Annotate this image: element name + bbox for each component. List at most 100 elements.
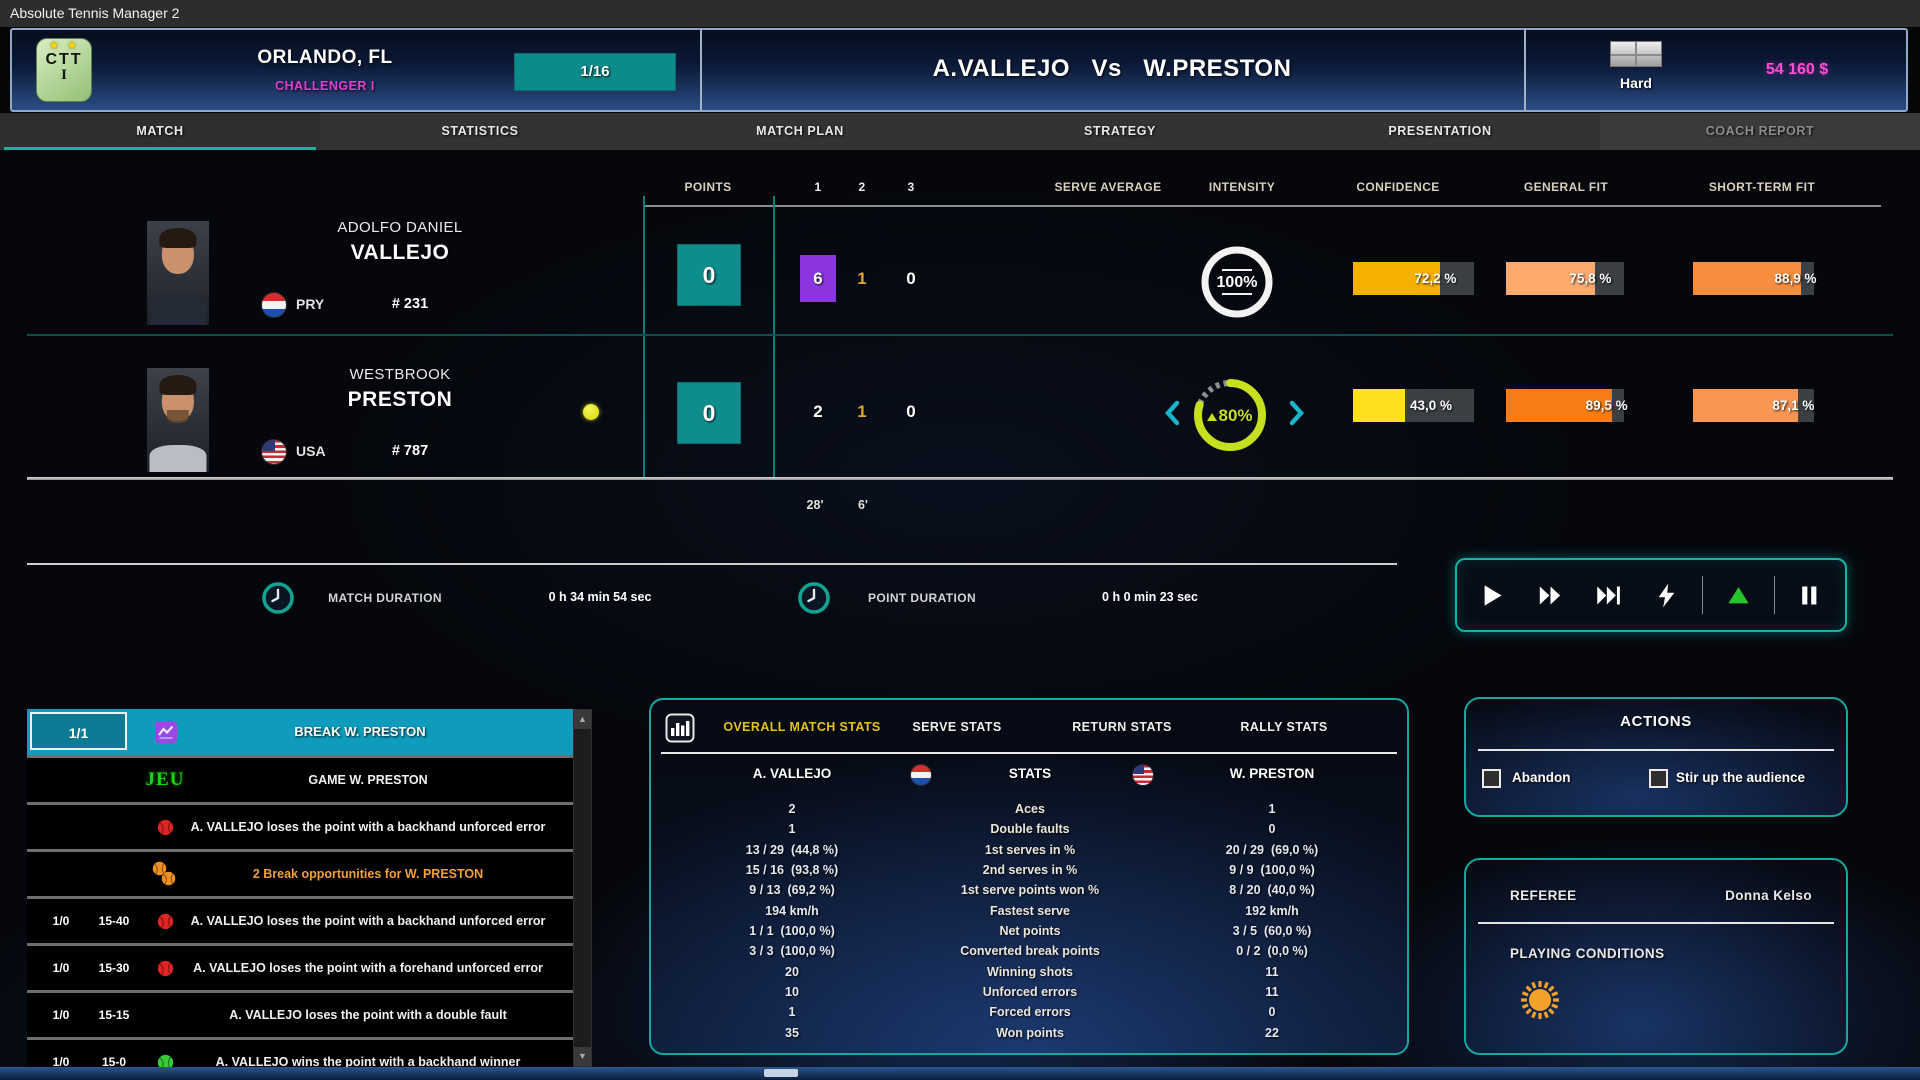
log-text: A. VALLEJO loses the point with a foreha… (177, 946, 559, 990)
stats-row: 1Double faults0 (651, 822, 1407, 842)
stats-label: Fastest serve (880, 904, 1180, 918)
match-duration-label: MATCH DURATION (328, 591, 442, 605)
eject-button[interactable] (1715, 572, 1761, 618)
stats-label: 1st serves in % (880, 843, 1180, 857)
bar-chart-icon (665, 713, 695, 748)
scroll-down-icon[interactable]: ▼ (574, 1047, 591, 1066)
col-set-2: 2 (858, 180, 865, 194)
stats-row: 15 / 16 (93,8 %)2nd serves in %9 / 9 (10… (651, 863, 1407, 883)
log-games: 1/0 (41, 993, 81, 1037)
log-games: 1/0 (41, 1040, 81, 1067)
player2-last-name: PRESTON (280, 388, 520, 412)
skip-to-end-button[interactable] (1586, 572, 1632, 618)
stats-label: Converted break points (880, 944, 1180, 958)
stats-label: Double faults (880, 822, 1180, 836)
money-amount: 54 160 $ (1702, 61, 1892, 79)
bar-fill (1353, 389, 1405, 422)
tab-strategy[interactable]: STRATEGY (960, 113, 1280, 150)
list-item[interactable]: 1/015-30A. VALLEJO loses the point with … (27, 943, 573, 990)
bar-value: 87,1 % (1772, 389, 1814, 422)
stats-flag-pry (910, 764, 932, 786)
player1-photo (147, 221, 209, 325)
player1-set1-score: 6 (800, 255, 836, 302)
stats-value-right: 1 (1142, 802, 1402, 816)
main-content: POINTS 1 2 3 SERVE AVERAGE INTENSITY CON… (0, 150, 1920, 1067)
list-item[interactable]: A. VALLEJO loses the point with a backha… (27, 802, 573, 849)
playback-separator (1702, 576, 1703, 614)
event-log-header-text: BREAK W. PRESTON (157, 709, 563, 755)
intensity-decrease-button[interactable] (1160, 397, 1186, 429)
stats-row: 194 km/hFastest serve192 km/h (651, 904, 1407, 924)
player1-rank: # 231 (375, 296, 445, 312)
match-header: ★ ★ CTT I ORLANDO, FL CHALLENGER I 1/16 … (10, 28, 1908, 112)
player1-set2-score: 1 (844, 255, 880, 302)
tab-match[interactable]: MATCH (0, 113, 320, 150)
stats-label: Net points (880, 924, 1180, 938)
stats-tab-return-stats[interactable]: RETURN STATS (1072, 720, 1171, 734)
stats-label: Forced errors (880, 1005, 1180, 1019)
event-log: 1/1 BREAK W. PRESTON JEUGAME W. PRESTONA… (27, 709, 573, 1067)
tournament-location: ORLANDO, FL (180, 47, 470, 69)
event-log-header[interactable]: 1/1 BREAK W. PRESTON (27, 709, 573, 755)
list-item[interactable]: 1/015-40A. VALLEJO loses the point with … (27, 896, 573, 943)
stats-row: 1 / 1 (100,0 %)Net points3 / 5 (60,0 %) (651, 924, 1407, 944)
stats-label: 1st serve points won % (880, 883, 1180, 897)
referee-label: REFEREE (1510, 888, 1577, 903)
list-item[interactable]: JEUGAME W. PRESTON (27, 755, 573, 802)
sun-icon (1518, 978, 1562, 1022)
event-log-scrollbar[interactable]: ▲ ▼ (573, 709, 592, 1067)
list-item[interactable]: 2 Break opportunities for W. PRESTON (27, 849, 573, 896)
stir-up-the-audience-checkbox[interactable] (1649, 769, 1668, 788)
player2-set2-score: 1 (844, 388, 880, 435)
point-duration-clock-icon (797, 581, 831, 620)
tab-match-plan[interactable]: MATCH PLAN (640, 113, 960, 150)
stats-row: 3 / 3 (100,0 %)Converted break points0 /… (651, 944, 1407, 964)
fast-forward-button[interactable] (1527, 572, 1573, 618)
intensity-up-arrow-icon (1207, 413, 1217, 421)
stats-row: 2Aces1 (651, 802, 1407, 822)
tab-presentation[interactable]: PRESENTATION (1280, 113, 1600, 150)
row-divider (27, 477, 1893, 480)
playing-conditions-label: PLAYING CONDITIONS (1510, 946, 1664, 961)
player1-last-name: VALLEJO (280, 241, 520, 265)
tournament-logo: ★ ★ CTT I (36, 38, 92, 102)
point-duration-value: 0 h 0 min 23 sec (1102, 590, 1198, 604)
list-item[interactable]: 1/015-15A. VALLEJO loses the point with … (27, 990, 573, 1037)
fast-forward-icon (1537, 582, 1564, 609)
list-item[interactable]: 1/015-0A. VALLEJO wins the point with a … (27, 1037, 573, 1067)
player2-flag-usa (261, 439, 287, 465)
col-serve-average: SERVE AVERAGE (1054, 180, 1161, 194)
stats-tab-overall-match-stats[interactable]: OVERALL MATCH STATS (723, 720, 880, 734)
player2-country: USA (296, 443, 326, 459)
player2-short-term-fit-bar: 87,1 % (1693, 389, 1814, 422)
pause-button[interactable] (1787, 572, 1833, 618)
stats-player-left: A. VALLEJO (753, 766, 832, 781)
player1-intensity-value: 100% (1197, 274, 1277, 292)
play-button[interactable] (1469, 572, 1515, 618)
stats-label: 2nd serves in % (880, 863, 1180, 877)
playback-controls (1455, 558, 1847, 632)
checkbox-label: Abandon (1512, 770, 1571, 785)
bar-value: 72,2 % (1414, 262, 1456, 295)
col-points: POINTS (684, 180, 731, 194)
stats-value-right: 8 / 20 (40,0 %) (1142, 883, 1402, 897)
tab-statistics[interactable]: STATISTICS (320, 113, 640, 150)
scroll-up-icon[interactable]: ▲ (574, 710, 591, 729)
stats-row: 9 / 13 (69,2 %)1st serve points won %8 /… (651, 883, 1407, 903)
actions-title: ACTIONS (1466, 713, 1846, 730)
player2-set3-score: 0 (893, 388, 929, 435)
stats-player-right: W. PRESTON (1230, 766, 1315, 781)
stats-row: 13 / 29 (44,8 %)1st serves in %20 / 29 (… (651, 843, 1407, 863)
stats-row: 35Won points22 (651, 1026, 1407, 1046)
abandon-checkbox[interactable] (1482, 769, 1501, 788)
stats-label: Unforced errors (880, 985, 1180, 999)
stats-label: Won points (880, 1026, 1180, 1040)
window-titlebar[interactable]: Absolute Tennis Manager 2 (0, 0, 1920, 27)
event-log-counter: 1/1 (30, 712, 127, 750)
stats-tab-serve-stats[interactable]: SERVE STATS (912, 720, 1001, 734)
stats-value-right: 0 / 2 (0,0 %) (1142, 944, 1402, 958)
stats-tab-rally-stats[interactable]: RALLY STATS (1240, 720, 1327, 734)
intensity-increase-button[interactable] (1283, 397, 1309, 429)
lightning-button[interactable] (1644, 572, 1690, 618)
stats-divider (661, 752, 1397, 754)
